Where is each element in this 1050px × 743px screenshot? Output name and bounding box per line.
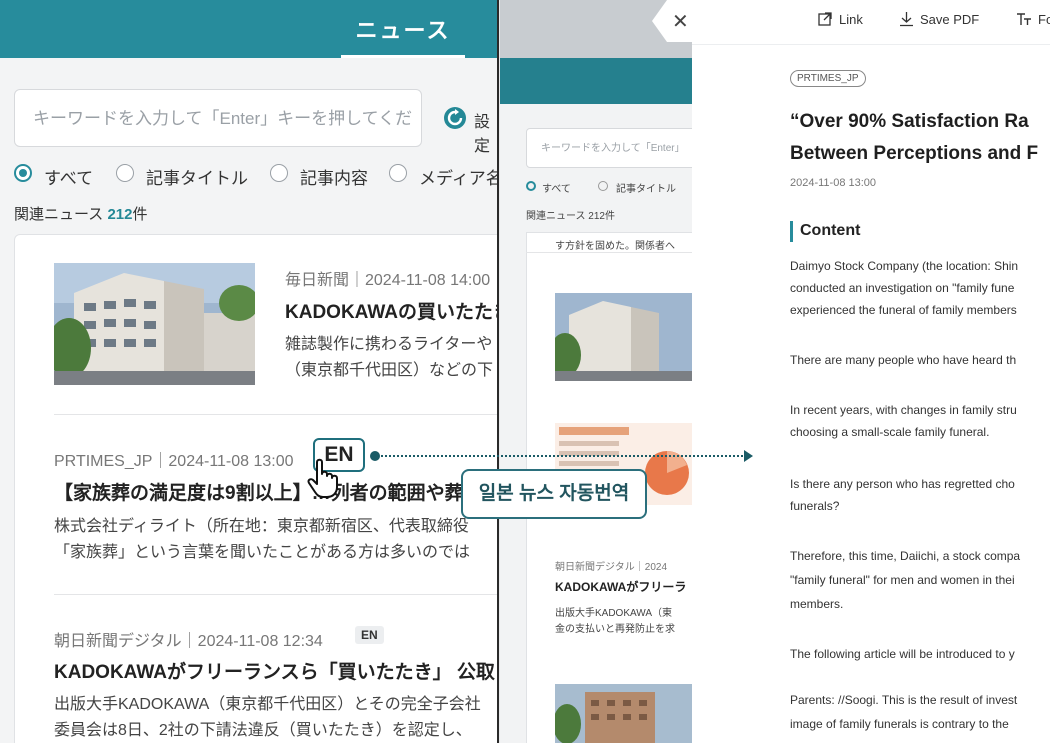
paragraph-line: Is there any person who has regretted ch… bbox=[790, 477, 1015, 491]
en-translate-chip[interactable]: EN bbox=[355, 626, 384, 644]
mini-snippet-line1: 出版大手KADOKAWA（東 bbox=[555, 608, 673, 619]
article-snippet-line1: 雑誌製作に携わるライターや bbox=[285, 336, 493, 353]
mini-radio-all-label[interactable]: すべて bbox=[542, 180, 571, 195]
article-title[interactable]: KADOKAWAの買いたたき bbox=[285, 297, 498, 324]
tab-news[interactable]: ニュース bbox=[340, 0, 466, 58]
radio-article-content[interactable] bbox=[270, 164, 288, 182]
article-detail-title: “Over 90% Satisfaction Ra Between Percep… bbox=[790, 106, 1050, 170]
mini-related-count: 関連ニュース 212件 bbox=[526, 211, 615, 222]
hand-pointer-cursor-icon bbox=[306, 458, 340, 498]
mini-article-title[interactable]: KADOKAWAがフリーラ bbox=[555, 578, 686, 595]
article-meta: PRTIMES_JP｜2024-11-08 13:00 bbox=[54, 453, 294, 470]
connector-arrow-icon bbox=[744, 450, 753, 462]
article-meta: 朝日新聞デジタル｜2024-11-08 12:34 bbox=[54, 633, 323, 650]
paragraph-line: members. bbox=[790, 597, 844, 611]
article-snippet-line1: 出版大手KADOKAWA（東京都千代田区）とその完全子会社 bbox=[54, 696, 481, 713]
search-input[interactable]: キーワードを入力して「Enter」キーを押してくだ bbox=[14, 89, 422, 147]
article-snippet-line2: （東京都千代田区）などの下 bbox=[285, 362, 494, 379]
paragraph-line: Daimyo Stock Company (the location: Shin bbox=[790, 259, 1019, 273]
article-divider bbox=[54, 414, 498, 415]
tab-active-indicator bbox=[341, 55, 465, 58]
connector-dot bbox=[370, 451, 380, 461]
paragraph-line: image of family funerals is contrary to … bbox=[790, 717, 1009, 731]
paragraph-line: There are many people who have heard th bbox=[790, 353, 1017, 367]
article-snippet-line1: 株式会社ディライト（所在地：東京都新宿区、代表取締役 bbox=[54, 518, 469, 535]
mini-radio-all[interactable] bbox=[526, 181, 536, 191]
mini-radio-title[interactable] bbox=[598, 181, 608, 191]
mini-header-bar bbox=[500, 58, 692, 104]
source-badge: PRTIMES_JP bbox=[790, 70, 866, 87]
article-thumbnail-building[interactable] bbox=[47, 263, 259, 385]
link-icon[interactable] bbox=[817, 11, 833, 32]
font-size-icon[interactable] bbox=[1016, 11, 1032, 32]
content-heading: Content bbox=[800, 222, 861, 239]
title-line-1: “Over 90% Satisfaction Ra bbox=[790, 111, 1029, 132]
paragraph-line: conducted an investigation on "family fu… bbox=[790, 281, 1015, 295]
radio-article-title-label[interactable]: 記事タイトル bbox=[146, 164, 248, 189]
toolbar-divider bbox=[692, 44, 1050, 45]
mini-article-meta: 朝日新聞デジタル｜2024 bbox=[555, 562, 668, 573]
paragraph-line: funerals? bbox=[790, 499, 840, 513]
font-button[interactable]: Fo bbox=[1038, 12, 1050, 27]
content-heading-accent bbox=[790, 221, 793, 242]
article-title[interactable]: KADOKAWAがフリーランスら「買いたたき」 公取 bbox=[54, 657, 495, 684]
mini-search-input[interactable]: キーワードを入力して「Enter」 bbox=[526, 128, 692, 168]
paragraph-line: The following article will be introduced… bbox=[790, 647, 1015, 661]
mini-divider bbox=[526, 252, 692, 253]
article-date: 2024-11-08 13:00 bbox=[790, 177, 877, 189]
paragraph-line: In recent years, with changes in family … bbox=[790, 403, 1017, 417]
title-line-2: Between Perceptions and F bbox=[790, 143, 1039, 164]
link-button[interactable]: Link bbox=[839, 12, 863, 27]
close-icon[interactable]: ✕ bbox=[672, 9, 689, 34]
paragraph-line: choosing a small-scale family funeral. bbox=[790, 425, 990, 439]
radio-media-name[interactable] bbox=[389, 164, 407, 182]
mini-snippet-line2: 金の支払いと再発防止を求 bbox=[555, 624, 675, 635]
mini-thumbnail-building-2[interactable] bbox=[553, 684, 692, 743]
mini-radio-title-label[interactable]: 記事タイトル bbox=[616, 180, 676, 195]
connector-dotted-line bbox=[377, 455, 747, 457]
original-view-panel: キーワードを入力して「Enter」 すべて 記事タイトル 関連ニュース 212件… bbox=[500, 0, 692, 743]
panel-split-line bbox=[497, 0, 499, 743]
paragraph-line: Parents: //Soogi. This is the result of … bbox=[790, 693, 1018, 707]
radio-media-name-label[interactable]: メディア名 bbox=[419, 164, 498, 189]
paragraph-line: experienced the funeral of family member… bbox=[790, 303, 1017, 317]
paragraph-line: "family funeral" for men and women in th… bbox=[790, 573, 1015, 587]
save-pdf-button[interactable]: Save PDF bbox=[920, 12, 979, 27]
download-icon[interactable] bbox=[899, 11, 914, 32]
settings-icon[interactable] bbox=[444, 107, 466, 129]
radio-all[interactable] bbox=[14, 164, 32, 182]
settings-label[interactable]: 設定 bbox=[474, 108, 498, 156]
article-title[interactable]: 【家族葬の満足度は9割以上】…列者の範囲や葬 bbox=[54, 478, 464, 505]
paragraph-line: Therefore, this time, Daiichi, a stock c… bbox=[790, 549, 1021, 563]
radio-article-title[interactable] bbox=[116, 164, 134, 182]
article-snippet-line2: 委員会は8日、2社の下請法違反（買いたたき）を認定し、 bbox=[54, 722, 472, 739]
mini-snippet: す方針を固めた。関係者へ bbox=[555, 241, 675, 252]
radio-article-content-label[interactable]: 記事内容 bbox=[300, 164, 368, 189]
related-news-count: 関連ニュース 212件 bbox=[14, 206, 148, 223]
article-snippet-line2: 「家族葬」という言葉を聞いたことがある方は多いのでは bbox=[54, 544, 471, 561]
auto-translate-callout: 일본 뉴스 자동번역 bbox=[461, 469, 647, 519]
article-divider bbox=[54, 594, 498, 595]
mini-thumbnail-building[interactable] bbox=[549, 293, 692, 381]
radio-all-label[interactable]: すべて bbox=[44, 164, 93, 189]
article-meta: 毎日新聞｜2024-11-08 14:00 bbox=[285, 272, 491, 289]
news-list-panel: ニュース キーワードを入力して「Enter」キーを押してくだ 設定 すべて 記事… bbox=[0, 0, 498, 743]
